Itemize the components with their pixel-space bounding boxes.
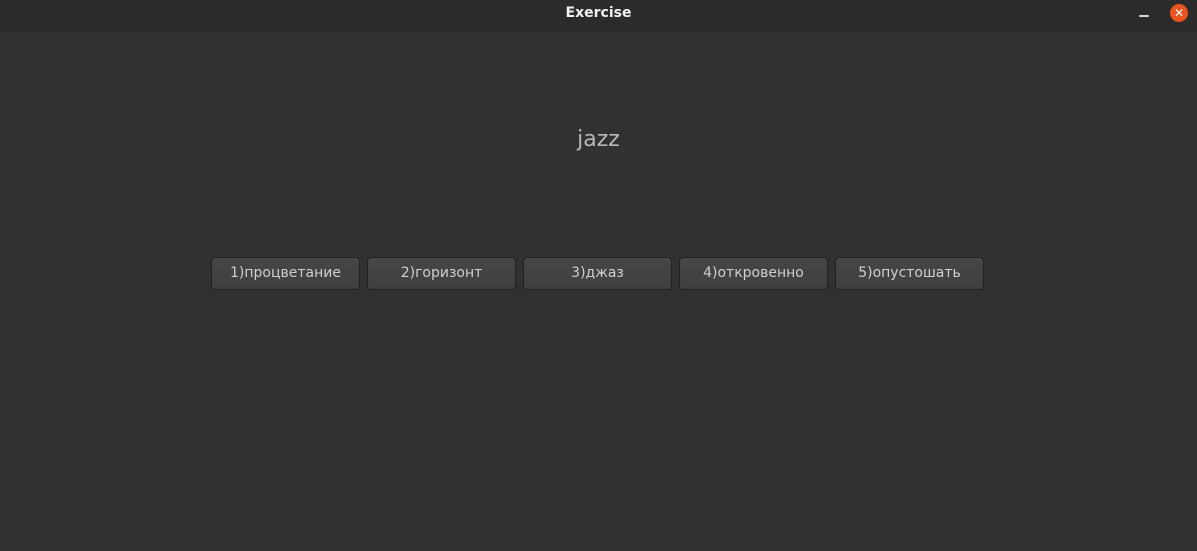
exercise-window: Exercise ✕ jazz 1)процветание 2)горизонт… bbox=[0, 0, 1197, 551]
minimize-icon[interactable] bbox=[1136, 7, 1152, 23]
close-icon[interactable]: ✕ bbox=[1170, 4, 1188, 22]
answer-option-1[interactable]: 1)процветание bbox=[211, 257, 360, 290]
answer-option-4[interactable]: 4)откровенно bbox=[679, 257, 828, 290]
window-title: Exercise bbox=[565, 5, 632, 21]
answer-options: 1)процветание 2)горизонт 3)джаз 4)откров… bbox=[211, 257, 984, 290]
answer-option-2[interactable]: 2)горизонт bbox=[367, 257, 516, 290]
answer-option-5[interactable]: 5)опустошать bbox=[835, 257, 984, 290]
title-bar: Exercise ✕ bbox=[0, 0, 1197, 31]
prompt-word: jazz bbox=[577, 127, 620, 152]
answer-option-3[interactable]: 3)джаз bbox=[523, 257, 672, 290]
exercise-content: jazz 1)процветание 2)горизонт 3)джаз 4)о… bbox=[0, 31, 1197, 551]
